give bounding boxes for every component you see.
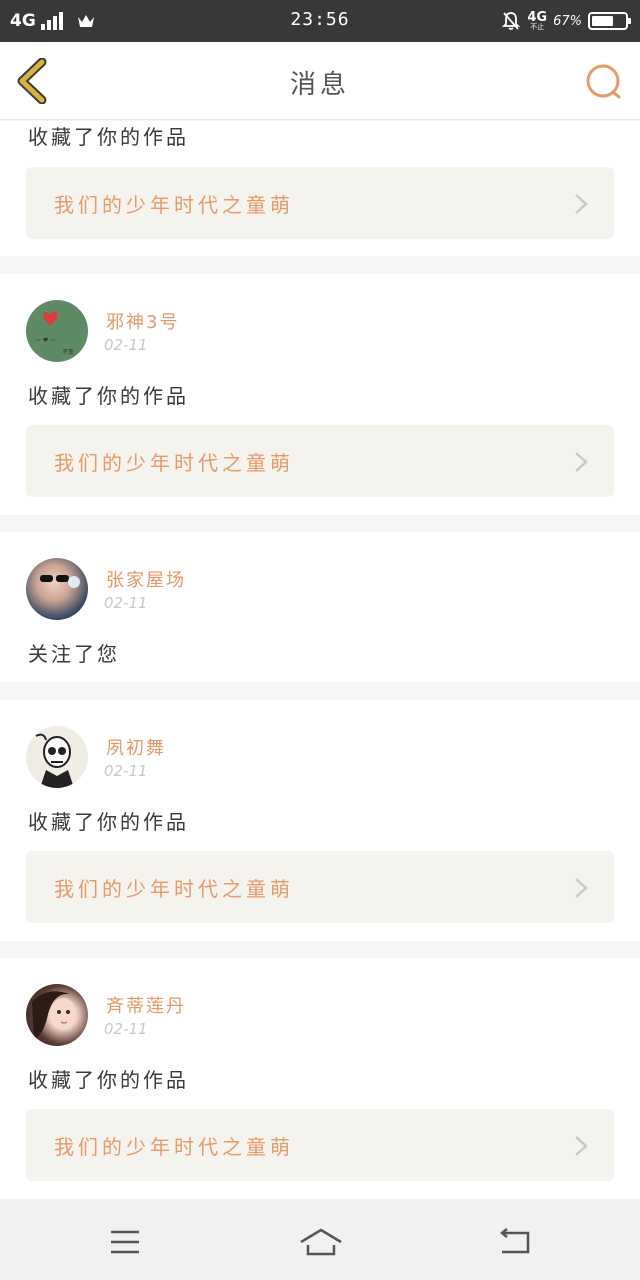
svg-text:不变: 不变 bbox=[62, 348, 74, 356]
battery-percent: 67% bbox=[553, 13, 582, 29]
chevron-right-icon bbox=[575, 1136, 588, 1156]
svg-text:~ ♥ ~: ~ ♥ ~ bbox=[36, 337, 55, 344]
user-row[interactable]: ~ ♥ ~ 不变 邪神3号 02-11 bbox=[26, 300, 606, 362]
message-action: 关注了您 bbox=[28, 642, 120, 666]
portrait-icon bbox=[32, 991, 76, 1040]
work-link[interactable]: 我们的少年时代之童萌 bbox=[26, 1109, 614, 1181]
system-nav-bar bbox=[0, 1199, 640, 1280]
user-avatar[interactable]: ~ ♥ ~ 不变 bbox=[26, 300, 88, 362]
chevron-right-icon bbox=[575, 452, 588, 472]
message-card: 收藏了你的作品 我们的少年时代之童萌 bbox=[0, 121, 640, 256]
message-card: 张家屋场 02-11 关注了您 bbox=[0, 532, 640, 682]
network-sub-label: 不止 bbox=[530, 23, 545, 31]
work-link[interactable]: 我们的少年时代之童萌 bbox=[26, 425, 614, 497]
work-link[interactable]: 我们的少年时代之童萌 bbox=[26, 167, 614, 239]
back-icon[interactable] bbox=[496, 1227, 536, 1257]
nav-bar: 消息 bbox=[0, 42, 640, 120]
work-link[interactable]: 我们的少年时代之童萌 bbox=[26, 851, 614, 923]
message-card: 斉蒂莲丹 02-11 收藏了你的作品 我们的少年时代之童萌 bbox=[0, 958, 640, 1199]
user-name[interactable]: 张家屋场 bbox=[106, 566, 186, 592]
work-title: 我们的少年时代之童萌 bbox=[54, 1135, 294, 1159]
work-title: 我们的少年时代之童萌 bbox=[54, 193, 294, 217]
search-icon[interactable] bbox=[584, 62, 624, 102]
message-action: 收藏了你的作品 bbox=[28, 384, 189, 408]
battery-icon bbox=[588, 12, 631, 30]
message-date: 02-11 bbox=[104, 594, 148, 612]
page-title: 消息 bbox=[289, 70, 350, 100]
home-icon[interactable] bbox=[298, 1227, 344, 1257]
message-card: ~ ♥ ~ 不变 邪神3号 02-11 收藏了你的作品 我们的少年时代之童萌 bbox=[0, 274, 640, 515]
sunglasses-icon bbox=[40, 575, 80, 588]
message-feed[interactable]: 收藏了你的作品 我们的少年时代之童萌 ~ ♥ ~ 不变 邪神3号 02-11 收 bbox=[0, 121, 640, 1199]
user-row[interactable]: 斉蒂莲丹 02-11 bbox=[26, 984, 606, 1046]
chevron-right-icon bbox=[575, 878, 588, 898]
user-avatar[interactable] bbox=[26, 726, 88, 788]
message-date: 02-11 bbox=[104, 336, 148, 354]
message-date: 02-11 bbox=[104, 762, 148, 780]
phone-screen: 4G 23:56 4G 不止 67% 消息 收藏了你的作品 我们的少年时代之童萌… bbox=[0, 0, 640, 1280]
user-name[interactable]: 斉蒂莲丹 bbox=[106, 992, 186, 1018]
message-card: 夙初舞 02-11 收藏了你的作品 我们的少年时代之童萌 bbox=[0, 700, 640, 941]
work-title: 我们的少年时代之童萌 bbox=[54, 877, 294, 901]
status-bar: 4G 23:56 4G 不止 67% bbox=[0, 0, 640, 42]
message-date: 02-11 bbox=[104, 1020, 148, 1038]
message-action: 收藏了你的作品 bbox=[28, 1068, 189, 1092]
menu-icon[interactable] bbox=[105, 1227, 145, 1257]
user-avatar[interactable] bbox=[26, 558, 88, 620]
chevron-right-icon bbox=[575, 194, 588, 214]
user-row[interactable]: 张家屋场 02-11 bbox=[26, 558, 606, 620]
message-action: 收藏了你的作品 bbox=[28, 125, 189, 149]
user-name[interactable]: 夙初舞 bbox=[106, 734, 166, 760]
heart-icon: ~ ♥ ~ 不变 bbox=[36, 312, 74, 356]
user-row[interactable]: 夙初舞 02-11 bbox=[26, 726, 606, 788]
work-title: 我们的少年时代之童萌 bbox=[54, 451, 294, 475]
user-avatar[interactable] bbox=[26, 984, 88, 1046]
bell-muted-icon bbox=[502, 12, 521, 30]
user-name[interactable]: 邪神3号 bbox=[106, 308, 179, 334]
message-action: 收藏了你的作品 bbox=[28, 810, 189, 834]
skull-icon bbox=[35, 733, 74, 788]
